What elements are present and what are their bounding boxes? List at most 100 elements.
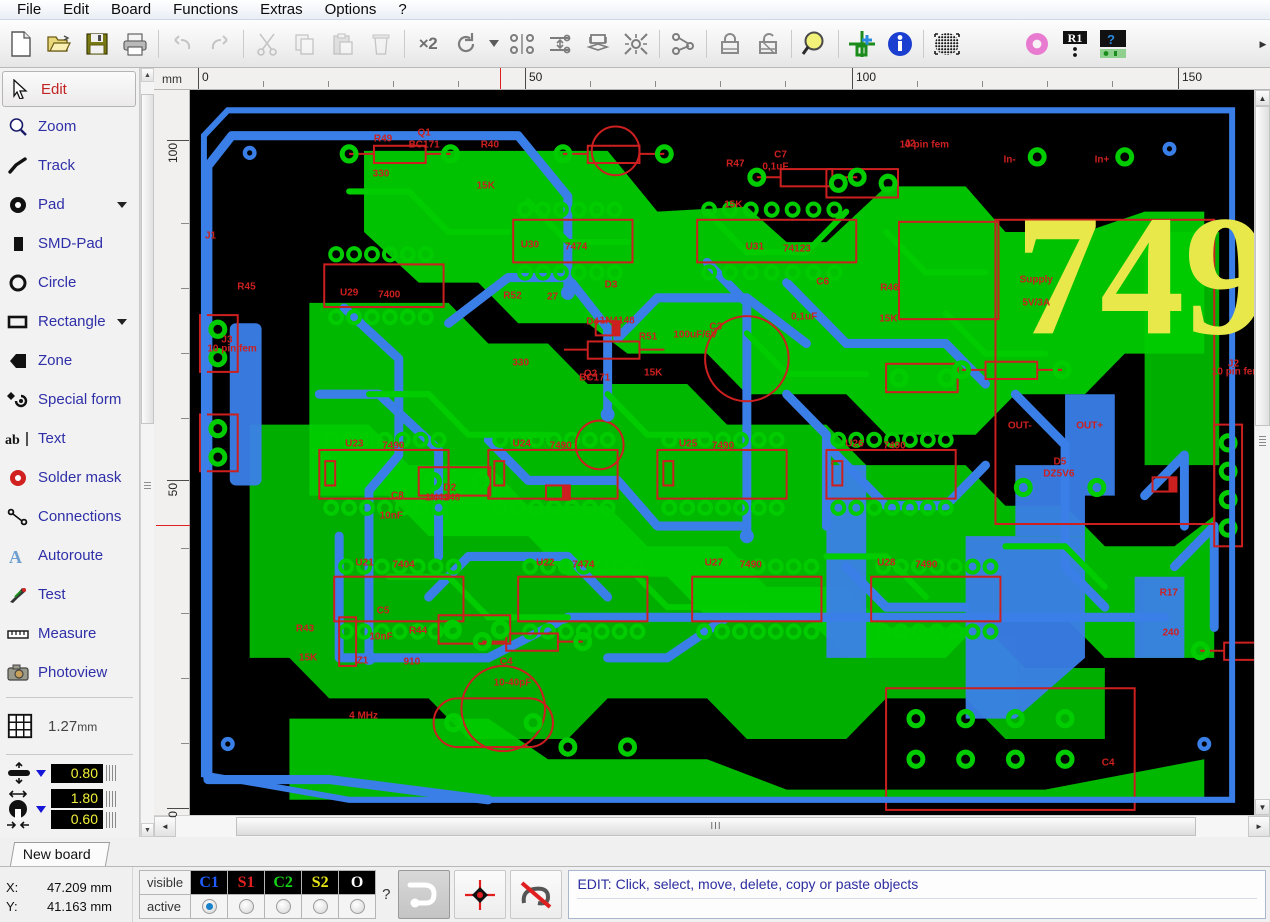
layer-radio-c1[interactable] (190, 894, 229, 919)
crosshair-button[interactable] (454, 870, 507, 919)
save-icon[interactable] (78, 24, 116, 64)
menu-item-functions[interactable]: Functions (162, 0, 249, 20)
sidebar-scroll-down-icon[interactable]: ▼ (141, 823, 154, 837)
print-icon[interactable] (116, 24, 154, 64)
sidebar-scroll-up-icon[interactable]: ▲ (141, 68, 154, 82)
canvas-scroll-left-icon[interactable]: ◄ (154, 816, 176, 837)
canvas-scroll-up-icon[interactable]: ▲ (1255, 90, 1270, 106)
pcb-canvas[interactable]: 7490 R49330Q1BC171R4015KR4715KC70,1uFJ21… (190, 90, 1254, 815)
unknown-part-icon[interactable]: ? (1094, 24, 1132, 64)
menu-item-options[interactable]: Options (314, 0, 388, 20)
track-width-setting[interactable]: 0.80 (0, 760, 139, 786)
move-origin-icon[interactable] (843, 24, 881, 64)
layer-chip-s1[interactable]: S1 (227, 870, 266, 895)
canvas-hscroll-thumb[interactable]: III (236, 817, 1196, 836)
delete-icon[interactable] (362, 24, 400, 64)
canvas-vertical-scrollbar[interactable]: ▲ ▼ (1254, 90, 1270, 815)
track-width-dropdown-icon[interactable] (36, 769, 46, 777)
canvas-scroll-down-icon[interactable]: ▼ (1255, 799, 1270, 815)
chevron-down-icon[interactable] (117, 318, 127, 325)
sidebar-item-test[interactable]: Test (0, 575, 139, 614)
canvas-vscroll-thumb[interactable] (1255, 106, 1270, 426)
tab-new-board[interactable]: New board (9, 842, 110, 866)
menu-item-edit[interactable]: Edit (52, 0, 100, 20)
track-mode-button[interactable] (398, 870, 451, 919)
connections-icon[interactable] (664, 24, 702, 64)
layer-help-icon[interactable]: ? (382, 886, 390, 903)
duplicate-x2-icon[interactable]: ×2 (409, 24, 447, 64)
pad-outer-grip[interactable] (106, 790, 116, 807)
sidebar-item-photoview[interactable]: Photoview (0, 653, 139, 692)
sidebar-item-smd-pad[interactable]: SMD-Pad (0, 224, 139, 263)
sidebar-item-solder-mask[interactable]: Solder mask (0, 458, 139, 497)
sidebar-item-pad[interactable]: Pad (0, 185, 139, 224)
canvas-hscroll-track[interactable]: III (176, 816, 1248, 837)
sidebar-scroll-track[interactable] (141, 82, 154, 823)
sidebar-item-zoom[interactable]: Zoom (0, 107, 139, 146)
layer-radio-s1[interactable] (227, 894, 266, 919)
reference-r1-icon[interactable]: R1 (1056, 24, 1094, 64)
paste-icon[interactable] (324, 24, 362, 64)
info-icon[interactable] (881, 24, 919, 64)
menu-item-help[interactable]: ? (387, 0, 417, 20)
layer-radio-s2[interactable] (301, 894, 340, 919)
pcb-drawing[interactable]: 7490 R49330Q1BC171R4015KR4715KC70,1uFJ21… (190, 90, 1254, 815)
mirror-icon[interactable] (503, 24, 541, 64)
open-folder-icon[interactable] (40, 24, 78, 64)
pad-size-setting[interactable]: 1.80 0.60 (0, 786, 139, 832)
canvas-horizontal-scrollbar[interactable]: ◄ III ► (154, 815, 1270, 837)
lock-icon[interactable] (711, 24, 749, 64)
sidebar-item-edit[interactable]: Edit (2, 71, 136, 107)
pad-outer-value[interactable]: 1.80 (51, 789, 103, 808)
sidebar-item-circle[interactable]: Circle (0, 263, 139, 302)
pad-inner-grip[interactable] (106, 811, 116, 828)
flip-board-icon[interactable] (579, 24, 617, 64)
rotate-dropdown-icon[interactable] (485, 24, 503, 64)
sidebar-item-measure[interactable]: Measure (0, 614, 139, 653)
menu-item-extras[interactable]: Extras (249, 0, 314, 20)
no-connection-button[interactable] (510, 870, 563, 919)
layer-radio-c2[interactable] (264, 894, 303, 919)
layer-chip-s2[interactable]: S2 (301, 870, 340, 895)
sidebar-item-track[interactable]: Track (0, 146, 139, 185)
pad-inner-value[interactable]: 0.60 (51, 810, 103, 829)
menu-item-file[interactable]: File (6, 0, 52, 20)
rotate-icon[interactable] (447, 24, 485, 64)
menu-item-board[interactable]: Board (100, 0, 162, 20)
toolbar-overflow-icon[interactable]: ▶ (1257, 20, 1269, 68)
ruler-horizontal[interactable]: mm 0 50 100 150 (154, 68, 1270, 90)
radio-c1[interactable] (201, 898, 217, 914)
sidebar-item-text[interactable]: ab Text (0, 419, 139, 458)
radio-s2[interactable] (312, 898, 328, 914)
canvas-scroll-right-icon[interactable]: ► (1248, 816, 1270, 837)
track-width-grip[interactable] (106, 765, 116, 781)
pad-size-dropdown-icon[interactable] (36, 805, 46, 813)
align-vertical-icon[interactable] (541, 24, 579, 64)
ruler-vertical[interactable]: 100 50 0 (154, 90, 190, 818)
canvas-vscroll-track[interactable] (1255, 106, 1270, 799)
new-file-icon[interactable] (2, 24, 40, 64)
grid-setting[interactable]: 1.27mm (0, 703, 139, 749)
unlock-icon[interactable] (749, 24, 787, 64)
layer-radio-o[interactable] (338, 894, 377, 919)
center-icon[interactable] (617, 24, 655, 64)
layer-chip-c1[interactable]: C1 (190, 870, 229, 895)
zoom-icon[interactable] (796, 24, 834, 64)
sidebar-scroll-thumb[interactable] (141, 94, 154, 424)
sidebar-item-special-form[interactable]: Special form (0, 380, 139, 419)
chevron-down-icon[interactable] (117, 201, 127, 208)
track-width-value[interactable]: 0.80 (51, 763, 103, 783)
radio-s1[interactable] (238, 898, 254, 914)
sidebar-item-zone[interactable]: Zone (0, 341, 139, 380)
cut-icon[interactable] (248, 24, 286, 64)
sidebar-scrollbar[interactable]: ▲ ▼ (140, 68, 154, 837)
copy-icon[interactable] (286, 24, 324, 64)
radio-o[interactable] (349, 898, 365, 914)
pad-icon[interactable] (1018, 24, 1056, 64)
grid-icon[interactable] (928, 24, 966, 64)
sidebar-item-connections[interactable]: Connections (0, 497, 139, 536)
sidebar-item-autoroute[interactable]: A Autoroute (0, 536, 139, 575)
layer-chip-c2[interactable]: C2 (264, 870, 303, 895)
redo-icon[interactable] (201, 24, 239, 64)
radio-c2[interactable] (275, 898, 291, 914)
